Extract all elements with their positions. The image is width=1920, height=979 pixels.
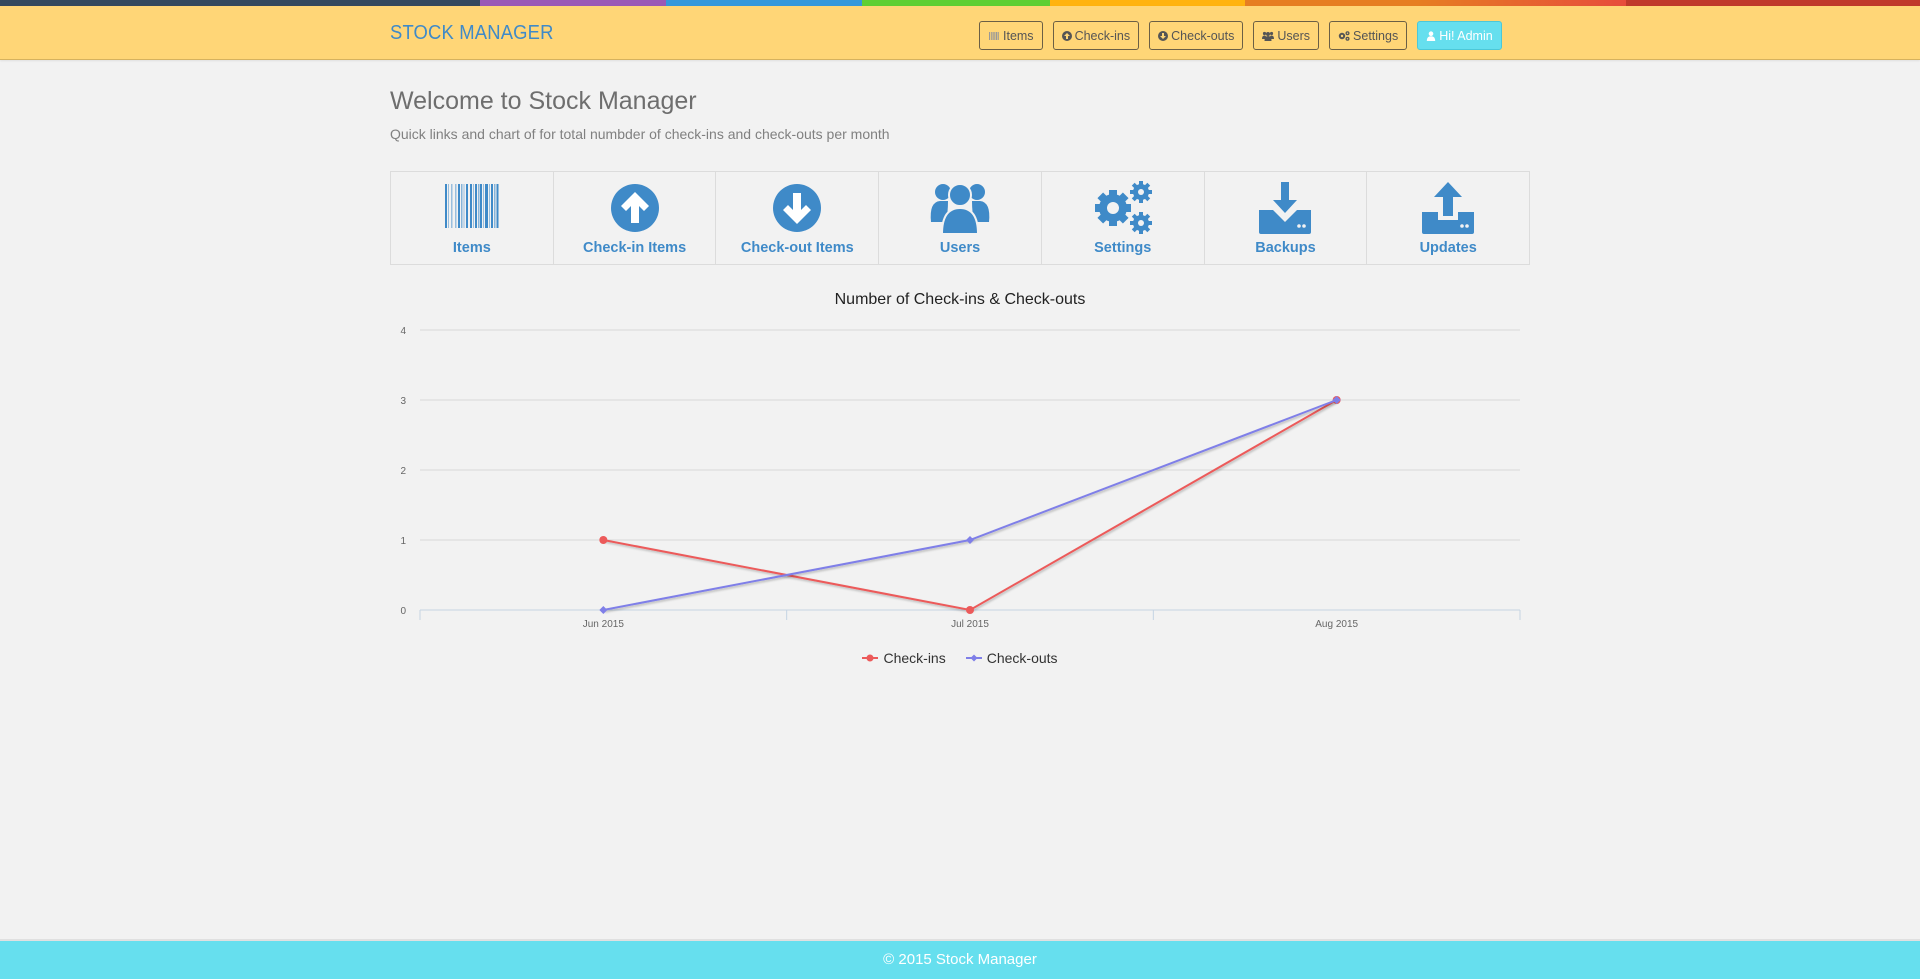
data-point-check-ins [966, 606, 974, 614]
arrow-circle-down-icon [1158, 30, 1169, 41]
navbar: STOCK MANAGER Items Check-ins Check-outs… [0, 6, 1920, 60]
nav-users-label: Users [1277, 28, 1311, 43]
quicklink-updates-label: Updates [1419, 240, 1477, 256]
footer: © 2015 Stock Manager [0, 939, 1920, 979]
quicklink-backups-label: Backups [1255, 240, 1316, 256]
quicklink-backups[interactable]: Backups [1205, 172, 1368, 264]
page-title: Welcome to Stock Manager [390, 87, 697, 115]
legend-label-checkouts: Check-outs [986, 650, 1058, 666]
users-icon [1262, 31, 1275, 41]
nav-settings-button[interactable]: Settings [1329, 21, 1408, 50]
series-line-check-outs [603, 399, 1338, 611]
nav-items-button[interactable]: Items [979, 21, 1043, 50]
nav-settings-label: Settings [1353, 28, 1399, 43]
nav-checkins-label: Check-ins [1074, 28, 1131, 43]
x-tick-label: Jun 2015 [583, 619, 625, 630]
legend-item-checkouts[interactable]: Check-outs [965, 650, 1058, 666]
page-subtitle: Quick links and chart of for total numbd… [390, 126, 890, 142]
x-tick-label: Jul 2015 [951, 619, 989, 630]
cogs-icon [1338, 30, 1350, 41]
barcode-icon [444, 184, 499, 228]
y-tick-label: 4 [400, 326, 406, 337]
data-point-check-outs [599, 606, 608, 614]
user-icon [1427, 30, 1436, 41]
quicklink-checkin-label: Check-in Items [583, 240, 687, 256]
legend-label-checkins: Check-ins [883, 650, 946, 666]
quicklink-users[interactable]: Users [879, 172, 1042, 264]
nav-items-label: Items [1003, 28, 1034, 43]
quicklink-checkout-label: Check-out Items [740, 240, 854, 256]
quicklink-checkout-items[interactable]: Check-out Items [716, 172, 880, 264]
nav-checkouts-button[interactable]: Check-outs [1149, 21, 1244, 50]
quicklink-items[interactable]: Items [391, 172, 554, 264]
quicklink-settings[interactable]: Settings [1042, 172, 1205, 264]
nav-checkins-button[interactable]: Check-ins [1052, 21, 1140, 50]
nav-buttons: Items Check-ins Check-outs Users Setting… [979, 21, 1502, 50]
download-icon [1259, 182, 1312, 234]
nav-admin-button[interactable]: Hi! Admin [1417, 21, 1502, 50]
nav-admin-label: Hi! Admin [1439, 28, 1493, 43]
arrow-circle-up-icon [1061, 30, 1072, 41]
data-point-check-ins [599, 536, 608, 544]
users-icon [930, 183, 990, 235]
y-tick-label: 0 [400, 606, 406, 617]
x-tick-label: Aug 2015 [1315, 619, 1358, 630]
y-tick-label: 1 [400, 536, 406, 547]
legend-item-checkins[interactable]: Check-ins [862, 650, 946, 666]
arrow-circle-up-icon [610, 184, 659, 232]
arrow-circle-down-icon [773, 184, 822, 232]
legend-marker-diamond-icon [965, 654, 982, 662]
line-chart: 0 1 2 3 4 Jun 2015 Jul 2015 Aug 2015 [400, 326, 1521, 630]
cogs-icon [1094, 181, 1152, 234]
quicklink-settings-label: Settings [1094, 240, 1152, 256]
quicklink-users-label: Users [939, 240, 981, 256]
y-tick-label: 2 [400, 466, 406, 477]
quicklinks-panel: Items Check-in Items Check-out Items Use… [390, 171, 1530, 265]
quicklink-checkin-items[interactable]: Check-in Items [554, 172, 717, 264]
brand-logo[interactable]: STOCK MANAGER [390, 22, 554, 45]
barcode-icon [989, 31, 999, 40]
quicklink-updates[interactable]: Updates [1367, 172, 1529, 264]
upload-icon [1422, 182, 1475, 234]
nav-checkouts-label: Check-outs [1171, 28, 1235, 43]
series-line-check-ins [603, 399, 1338, 612]
footer-copyright: © 2015 Stock Manager [883, 951, 1037, 968]
chart-title: Number of Check-ins & Check-outs [834, 291, 1086, 308]
legend-marker-circle-icon [862, 654, 879, 662]
nav-users-button[interactable]: Users [1253, 21, 1320, 50]
y-tick-label: 3 [400, 396, 406, 407]
data-point-check-outs [966, 536, 974, 544]
chart-legend: Check-ins Check-outs [390, 650, 1530, 666]
quicklink-items-label: Items [452, 240, 491, 256]
